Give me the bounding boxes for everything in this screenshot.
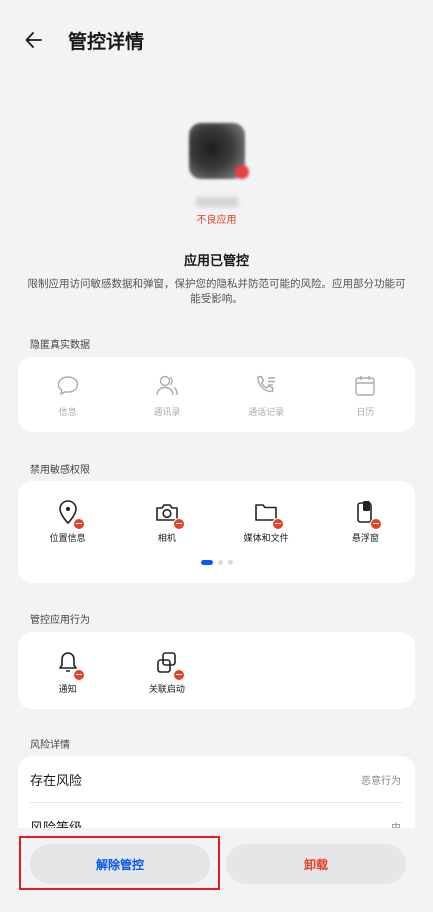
contacts-icon [156, 375, 178, 396]
perm-item-location[interactable]: 位置信息 [18, 497, 117, 544]
behavior-item-notification[interactable]: 通知 [18, 648, 117, 695]
arrow-left-icon [25, 32, 42, 48]
disabled-badge-icon [72, 669, 85, 681]
perm-item-floating-window[interactable]: 悬浮窗 [316, 497, 415, 544]
perm-item-media-files[interactable]: 媒体和文件 [217, 497, 316, 544]
uninstall-button[interactable]: 卸载 [226, 844, 406, 884]
call-log-icon [257, 375, 276, 393]
risk-row-exists: 存在风险 恶意行为 [30, 773, 401, 789]
behavior-item-linked-launch[interactable]: 关联启动 [117, 648, 216, 695]
app-icon [188, 123, 249, 179]
hide-data-card: 信息 通讯录 通话记录 日历 [18, 357, 415, 432]
page-title: 管控详情 [68, 30, 145, 53]
disabled-badge-icon [172, 518, 185, 530]
page-indicator[interactable] [18, 560, 415, 565]
app-info: 不良应用 应用已管控 限制应用访问敏感数据和弹窗，保护您的隐私并防范可能的风险。… [0, 123, 433, 307]
highlight-box [19, 836, 220, 890]
disabled-badge-icon [172, 669, 185, 681]
status-title: 应用已管控 [183, 254, 249, 269]
section-title-disable-perm: 禁用敏感权限 [30, 465, 90, 476]
hide-item-contacts[interactable]: 通讯录 [117, 371, 216, 418]
app-name-blurred [195, 197, 238, 207]
message-icon [57, 376, 78, 396]
calendar-icon [355, 376, 376, 396]
header: 管控详情 [0, 24, 433, 56]
control-behavior-card: 通知 关联启动 [18, 632, 415, 709]
page-dot-active [200, 560, 213, 565]
app-icon-badge [234, 165, 249, 179]
disabled-badge-icon [272, 518, 285, 530]
status-description: 限制应用访问敏感数据和弹窗，保护您的隐私并防范可能的风险。应用部分功能可能受影响… [27, 278, 406, 305]
section-title-risk: 风险详情 [30, 740, 70, 751]
hide-item-messages[interactable]: 信息 [18, 371, 117, 418]
page-dot [217, 560, 223, 565]
hide-item-calendar[interactable]: 日历 [316, 371, 415, 418]
bad-app-tag: 不良应用 [196, 215, 237, 226]
section-title-control-behavior: 管控应用行为 [30, 615, 90, 626]
perm-item-camera[interactable]: 相机 [117, 497, 216, 544]
section-title-hide-data: 隐匿真实数据 [30, 340, 90, 351]
page-dot [227, 560, 233, 565]
disabled-badge-icon [370, 518, 383, 530]
disable-perm-card: 位置信息 相机 媒体和文件 悬浮窗 [18, 481, 415, 583]
back-button[interactable] [24, 24, 64, 56]
disabled-badge-icon [72, 518, 85, 530]
hide-item-call-log[interactable]: 通话记录 [217, 371, 316, 418]
